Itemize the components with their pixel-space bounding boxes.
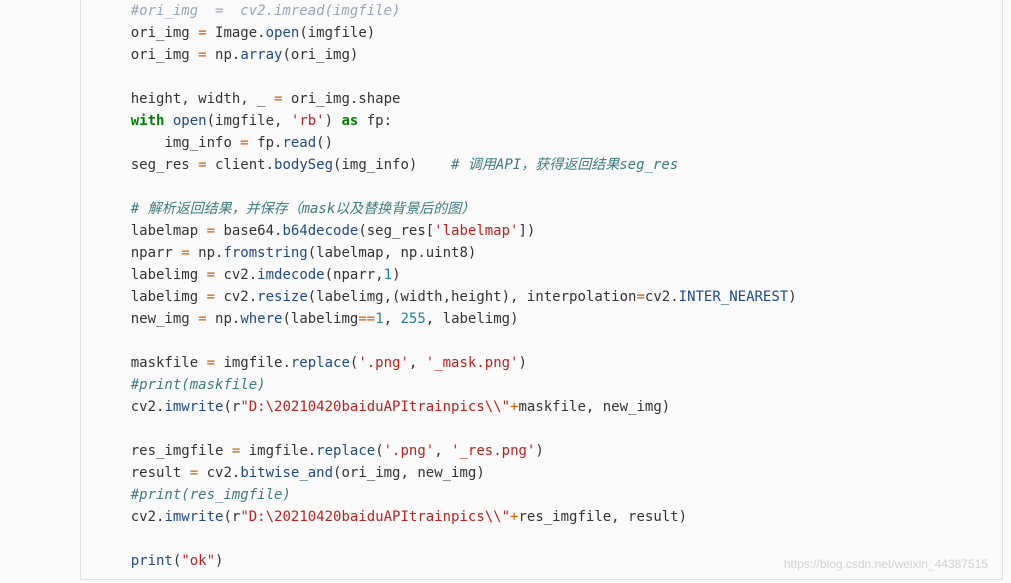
code-line: new_img = np.where(labelimg==1, 255, lab… [97, 308, 986, 330]
code-line: res_imgfile = imgfile.replace('.png', '_… [97, 440, 986, 462]
code-line: labelmap = base64.b64decode(seg_res['lab… [97, 220, 986, 242]
code-line: ori_img = np.array(ori_img) [97, 44, 986, 66]
code-line: result = cv2.bitwise_and(ori_img, new_im… [97, 462, 986, 484]
code-line: nparr = np.fromstring(labelmap, np.uint8… [97, 242, 986, 264]
code-line: maskfile = imgfile.replace('.png', '_mas… [97, 352, 986, 374]
code-line: labelimg = cv2.resize(labelimg,(width,he… [97, 286, 986, 308]
code-line: cv2.imwrite(r"D:\20210420baiduAPItrainpi… [97, 506, 986, 528]
code-line: #print(res_imgfile) [97, 484, 986, 506]
blank-line [97, 418, 986, 440]
code-line: img_info = fp.read() [97, 132, 986, 154]
code-line: cv2.imwrite(r"D:\20210420baiduAPItrainpi… [97, 396, 986, 418]
code-block: #ori_img = cv2.imread(imgfile) ori_img =… [80, 0, 1003, 580]
code-line: with open(imgfile, 'rb') as fp: [97, 110, 986, 132]
code-line: height, width, _ = ori_img.shape [97, 88, 986, 110]
code-pre: #ori_img = cv2.imread(imgfile) ori_img =… [97, 0, 986, 572]
code-line: # 解析返回结果，并保存（mask以及替换背景后的图） [97, 198, 986, 220]
blank-line [97, 330, 986, 352]
code-line: #print(maskfile) [97, 374, 986, 396]
code-line: #ori_img = cv2.imread(imgfile) [97, 0, 986, 22]
blank-line [97, 176, 986, 198]
code-line: labelimg = cv2.imdecode(nparr,1) [97, 264, 986, 286]
page-container: #ori_img = cv2.imread(imgfile) ori_img =… [0, 0, 1011, 583]
code-line: print("ok") [97, 550, 986, 572]
code-line: ori_img = Image.open(imgfile) [97, 22, 986, 44]
blank-line [97, 528, 986, 550]
blank-line [97, 66, 986, 88]
code-line: seg_res = client.bodySeg(img_info) # 调用A… [97, 154, 986, 176]
